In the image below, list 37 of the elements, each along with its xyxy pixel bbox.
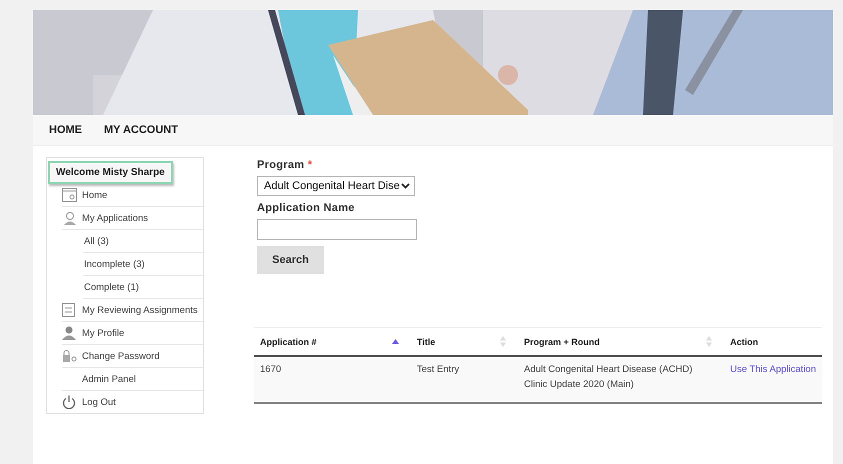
search-button[interactable]: Search	[257, 246, 324, 274]
column-header[interactable]: Application #	[260, 336, 317, 346]
required-mark: *	[308, 159, 312, 171]
field-label: Program	[257, 159, 304, 171]
person-icon	[62, 326, 76, 340]
nav-link[interactable]: MY ACCOUNT	[104, 124, 178, 136]
sidebar-link[interactable]: My Profile	[82, 328, 124, 338]
sort-ascending-icon[interactable]	[392, 339, 399, 344]
form-icon	[62, 303, 75, 317]
table-cell: 1670	[254, 356, 405, 403]
program-select[interactable]: Adult Congenital Heart Dise	[257, 176, 415, 196]
sidebar-link[interactable]: Incomplete (3)	[83, 258, 145, 270]
calendar-icon	[62, 188, 77, 202]
sort-icon[interactable]	[706, 336, 712, 347]
action-link[interactable]: Use This Application	[730, 364, 816, 375]
column-header[interactable]: Title	[416, 336, 436, 346]
sidebar-link[interactable]: All (3)	[83, 236, 109, 246]
welcome-label: Welcome Misty Sharpe	[48, 161, 173, 184]
sidebar-link[interactable]: Admin Panel	[82, 374, 136, 384]
sidebar-link[interactable]: My Reviewing Assignments	[82, 304, 198, 316]
power-icon	[62, 395, 76, 409]
sidebar-link[interactable]: My Applications	[82, 212, 148, 224]
column-header[interactable]: Action	[730, 336, 758, 346]
nav-link[interactable]: HOME	[49, 124, 82, 136]
chevron-icon	[401, 183, 410, 189]
input-field[interactable]	[257, 219, 417, 240]
column-header[interactable]: Program + Round	[524, 336, 600, 346]
lock-icon	[62, 350, 77, 362]
table-cell: Adult Congenital Heart Disease (ACHD) Clinic Update 2020 (Main)	[512, 356, 718, 403]
sidebar-link[interactable]: Home	[82, 190, 108, 200]
sidebar-link[interactable]: Change Password	[82, 350, 160, 362]
sort-icon[interactable]	[500, 336, 506, 347]
person-icon	[62, 211, 77, 225]
field-label: Application Name	[257, 202, 356, 214]
sidebar-link[interactable]: Complete (1)	[83, 282, 139, 292]
table-cell: Test Entry	[404, 356, 512, 403]
sidebar-link[interactable]: Log Out	[82, 396, 116, 408]
